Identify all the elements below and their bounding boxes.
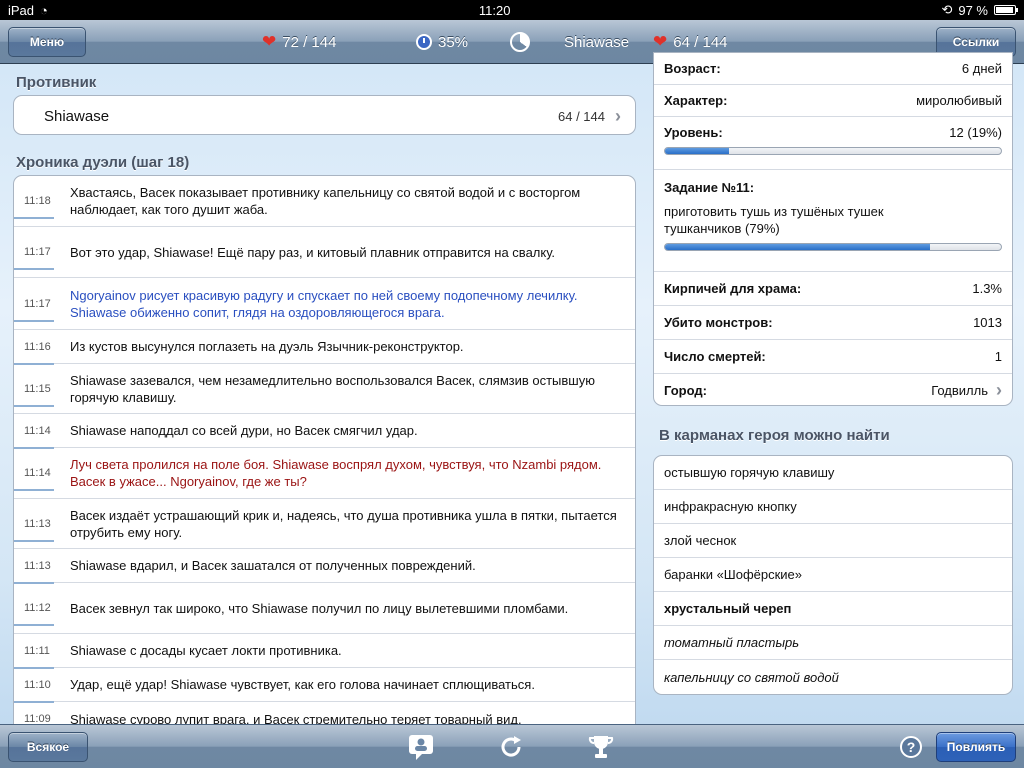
trophy-icon[interactable]	[585, 731, 617, 763]
heart-icon: ❤	[653, 32, 668, 51]
log-entry: 11:15 Shiawase зазевался, чем незамедлит…	[14, 364, 635, 414]
chronicle-section-title: Хроника дуэли (шаг 18)	[16, 154, 190, 171]
opponent-name: Shiawase	[44, 107, 110, 125]
chronicle-list[interactable]: 11:18 Хвастаясь, Васек показывает против…	[13, 175, 636, 735]
wifi-icon: ◔	[40, 2, 48, 18]
log-entry: 11:17 Ngoryainov рисует красивую радугу …	[14, 278, 635, 330]
godpower-icon	[416, 34, 432, 50]
info-row-town[interactable]: Город: Годвилль ›	[654, 374, 1012, 405]
info-row-monsters: Убито монстров: 1013	[654, 306, 1012, 340]
duel-progress	[510, 20, 530, 64]
inventory-item[interactable]: остывшую горячую клавишу	[654, 456, 1012, 490]
inventory-section-title: В карманах героя можно найти	[659, 427, 890, 444]
bottom-toolbar: Всякое ? Повлиять	[0, 724, 1024, 768]
log-entry: 11:17 Вот это удар, Shiawase! Ещё пару р…	[14, 227, 635, 278]
rotation-lock-icon: ⟲	[941, 2, 953, 17]
info-row-age: Возраст: 6 дней	[654, 53, 1012, 85]
misc-button[interactable]: Всякое	[8, 732, 88, 762]
info-row-character: Характер: миролюбивый	[654, 85, 1012, 117]
log-entry: 11:11 Shiawase с досады кусает локти про…	[14, 634, 635, 669]
status-time: 11:20	[478, 2, 511, 18]
godpower-stat: 35%	[416, 20, 468, 64]
chevron-right-icon: ›	[996, 380, 1002, 400]
pie-icon	[510, 32, 530, 52]
log-entry: 11:13 Shiawase вдарил, и Васек зашатался…	[14, 549, 635, 584]
hero-info-card: Возраст: 6 дней Характер: миролюбивый Ур…	[653, 52, 1013, 406]
inventory-item[interactable]: хрустальный череп	[654, 592, 1012, 626]
hero-hp-stat: ❤ 72 / 144	[262, 20, 336, 64]
info-row-deaths: Число смертей: 1	[654, 340, 1012, 374]
chat-icon[interactable]	[405, 731, 437, 763]
inventory-item[interactable]: баранки «Шофёрские»	[654, 558, 1012, 592]
opponent-hp-nav: 64 / 144	[673, 33, 728, 51]
log-entry: 11:10 Удар, ещё удар! Shiawase чувствует…	[14, 668, 635, 703]
battery-percent: 97 %	[958, 2, 988, 18]
log-entry: 11:16 Из кустов высунулся поглазеть на д…	[14, 330, 635, 365]
log-entry: 11:18 Хвастаясь, Васек показывает против…	[14, 176, 635, 227]
menu-button[interactable]: Меню	[8, 27, 86, 57]
log-entry: 11:14 Shiawase наподдал со всей дури, но…	[14, 414, 635, 449]
heart-icon: ❤	[262, 32, 277, 51]
opponent-section-title: Противник	[16, 74, 97, 91]
influence-button[interactable]: Повлиять	[936, 732, 1016, 762]
info-row-bricks: Кирпичей для храма: 1.3%	[654, 272, 1012, 306]
inventory-item[interactable]: инфракрасную кнопку	[654, 490, 1012, 524]
info-row-level: Уровень: 12 (19%)	[654, 117, 1012, 170]
chevron-right-icon: ›	[615, 105, 621, 126]
carrier-label: iPad	[8, 2, 35, 18]
level-progress-bar	[664, 147, 1002, 155]
opponent-card[interactable]: Shiawase 64 / 144 ›	[13, 95, 636, 135]
quest-progress-fill	[665, 244, 931, 250]
info-row-quest: Задание №11: приготовить тушь из тушёных…	[654, 170, 1012, 272]
battery-icon	[993, 5, 1018, 15]
log-entry: 11:14 Луч света пролился на поле боя. Sh…	[14, 448, 635, 499]
log-entry: 11:12 Васек зевнул так широко, что Shiaw…	[14, 583, 635, 634]
opponent-hp: 64 / 144	[558, 108, 605, 124]
quest-progress-bar	[664, 243, 1002, 251]
status-bar: iPad ◔ 11:20 ⟲ 97 %	[0, 0, 1024, 20]
inventory-item[interactable]: злой чеснок	[654, 524, 1012, 558]
opponent-name-nav: Shiawase	[564, 33, 630, 51]
inventory-item[interactable]: капельницу со святой водой	[654, 660, 1012, 694]
inventory-item[interactable]: томатный пластырь	[654, 626, 1012, 660]
inventory-list: остывшую горячую клавишу инфракрасную кн…	[653, 455, 1013, 695]
godpower-value: 35%	[438, 33, 469, 51]
help-icon[interactable]: ?	[895, 731, 927, 763]
log-entry: 11:13 Васек издаёт устрашающий крик и, н…	[14, 499, 635, 549]
refresh-icon[interactable]	[495, 731, 527, 763]
hero-hp-value: 72 / 144	[282, 33, 337, 51]
level-progress-fill	[665, 148, 729, 154]
